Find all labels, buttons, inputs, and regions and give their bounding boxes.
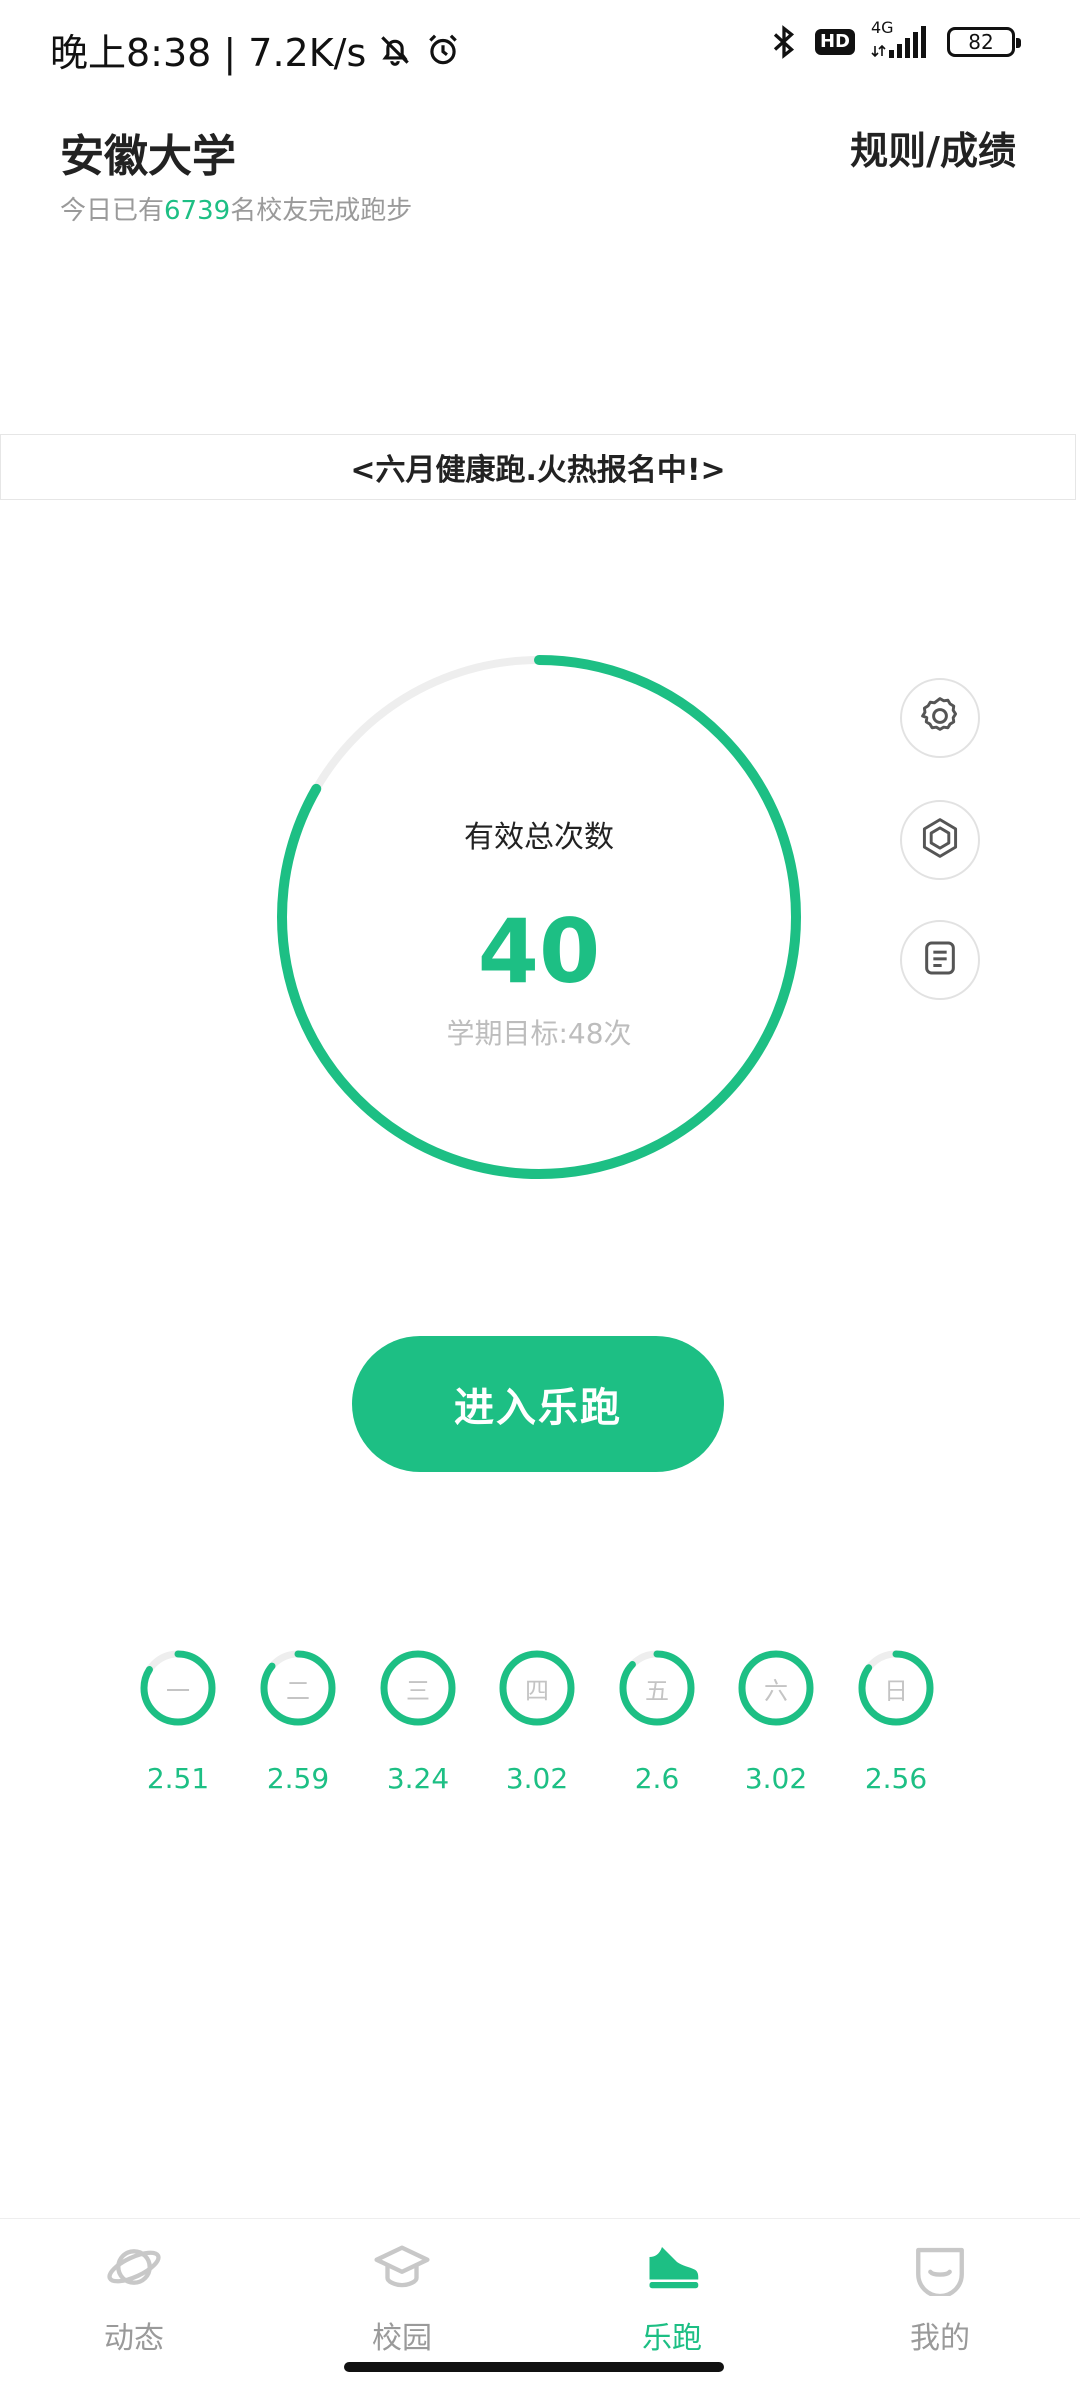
progress-ring: 有效总次数 40 学期目标:48次	[274, 652, 804, 1182]
day-progress-item: 一 2.51	[118, 1650, 238, 1810]
finished-count-line: 今日已有6739名校友完成跑步	[60, 190, 412, 227]
week-progress-row: 一 2.51 二 2.59 三 3.24 四 3.02 五 2.6 六 3.02 日 2.56	[0, 1650, 1080, 1810]
status-time-speed: 晚上8:38 | 7.2K/s	[50, 31, 367, 75]
finished-count: 6739	[164, 196, 231, 226]
day-distance: 3.02	[744, 1762, 808, 1795]
day-progress-item: 日 2.56	[836, 1650, 956, 1810]
day-label: 二	[286, 1676, 310, 1705]
day-label: 四	[525, 1676, 549, 1705]
nav-item-mine[interactable]: 我的	[840, 2237, 1040, 2367]
nav-label-campus: 校园	[372, 2321, 432, 2356]
mute-bell-icon	[376, 31, 414, 69]
day-distance: 2.56	[864, 1762, 928, 1795]
day-progress-item: 四 3.02	[477, 1650, 597, 1810]
home-indicator	[344, 2362, 724, 2372]
day-progress-item: 五 2.6	[597, 1650, 717, 1810]
nav-label-run: 乐跑	[642, 2321, 702, 2356]
bluetooth-icon	[769, 24, 799, 60]
finished-suffix: 名校友完成跑步	[230, 196, 413, 226]
nav-item-campus[interactable]: 校园	[302, 2237, 502, 2367]
settings-button[interactable]	[900, 678, 980, 758]
battery-indicator: 82	[947, 27, 1021, 57]
records-button[interactable]	[900, 920, 980, 1000]
hexagon-badge-icon	[918, 816, 962, 864]
smile-face-icon	[910, 2237, 970, 2297]
day-distance: 2.51	[146, 1762, 210, 1795]
school-name: 安徽大学	[60, 131, 236, 182]
event-banner[interactable]: <六月健康跑.火热报名中!>	[0, 434, 1076, 500]
signal-icon: 4G	[871, 18, 931, 60]
day-distance: 2.6	[634, 1762, 680, 1795]
planet-icon	[104, 2237, 164, 2297]
graduation-cap-icon	[372, 2237, 432, 2297]
day-progress-item: 三 3.24	[358, 1650, 478, 1810]
gear-icon	[918, 694, 962, 742]
medal-button[interactable]	[900, 800, 980, 880]
bottom-nav: 动态 校园 乐跑 我的	[0, 2218, 1080, 2400]
day-label: 三	[406, 1676, 430, 1705]
day-label: 五	[645, 1676, 669, 1705]
day-distance: 2.59	[266, 1762, 330, 1795]
nav-label-mine: 我的	[910, 2321, 970, 2356]
status-right: HD 4G 82	[769, 18, 1021, 60]
hd-badge: HD	[814, 29, 855, 55]
network-type: 4G	[871, 18, 894, 37]
battery-level: 82	[968, 30, 994, 54]
status-bar: 晚上8:38 | 7.2K/s HD 4G 82	[0, 0, 1080, 95]
total-count-label: 有效总次数	[464, 820, 614, 855]
semester-goal: 学期目标:48次	[446, 1017, 632, 1050]
rules-scores-link[interactable]: 规则/成绩	[850, 120, 1016, 175]
day-label: 日	[884, 1676, 908, 1705]
alarm-clock-icon	[424, 31, 462, 69]
day-label: 一	[166, 1676, 190, 1705]
day-distance: 3.02	[505, 1762, 569, 1795]
enter-run-button[interactable]: 进入乐跑	[352, 1336, 724, 1472]
sneaker-icon	[642, 2237, 702, 2297]
day-distance: 3.24	[386, 1762, 450, 1795]
status-left: 晚上8:38 | 7.2K/s	[50, 22, 462, 77]
finished-prefix: 今日已有	[60, 196, 165, 226]
nav-item-dynamic[interactable]: 动态	[34, 2237, 234, 2367]
day-progress-item: 六 3.02	[716, 1650, 836, 1810]
nav-label-dynamic: 动态	[104, 2321, 164, 2356]
day-progress-item: 二 2.59	[238, 1650, 358, 1810]
total-count-value: 40	[477, 900, 601, 1003]
document-icon	[920, 938, 960, 982]
day-label: 六	[764, 1676, 788, 1705]
nav-item-run[interactable]: 乐跑	[572, 2237, 772, 2367]
